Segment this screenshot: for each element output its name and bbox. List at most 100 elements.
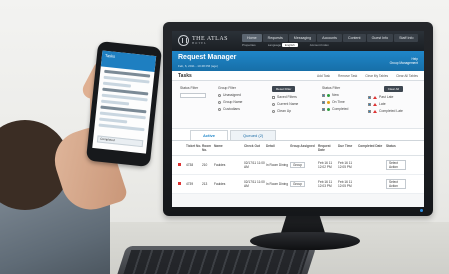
status-option[interactable]: On Time xyxy=(322,100,348,104)
column-header[interactable]: Group Assigned xyxy=(290,144,318,152)
status-option[interactable]: Completed xyxy=(322,107,348,111)
brand-sub: HOTEL xyxy=(192,41,207,45)
flag-icon xyxy=(178,163,181,166)
banner-links: Help Group Management xyxy=(390,57,418,65)
group-option-label: Unassigned xyxy=(223,93,241,97)
status-dot-icon xyxy=(327,100,330,104)
group-management-link[interactable]: Group Management xyxy=(390,61,418,65)
nav-requests[interactable]: Requests xyxy=(262,34,288,42)
add-task-button[interactable]: Add Task xyxy=(317,74,330,78)
assign-option-label: Current Name xyxy=(277,102,299,106)
column-header[interactable]: Check Out xyxy=(244,144,266,152)
phone-text-line xyxy=(101,99,130,106)
monitor: THE ATLAS HOTEL Home Requests Messaging … xyxy=(163,22,433,216)
logo-icon xyxy=(178,35,189,46)
clear-all-row: Clear All xyxy=(368,86,403,92)
radio-button[interactable] xyxy=(218,107,221,111)
table-cell: 213 xyxy=(202,182,208,186)
status-option[interactable]: New xyxy=(322,93,348,97)
language-select[interactable]: English xyxy=(281,43,298,47)
checkbox[interactable] xyxy=(322,107,325,111)
group-filter-group: Group Filter Unassigned Group Name Custo… xyxy=(218,86,242,114)
assign-filter-group: Reset Filter Saved Filters Current Name … xyxy=(272,86,298,116)
table-cell: Feb 16 11 12:02 PM xyxy=(318,161,333,169)
status-option-label: New xyxy=(332,93,339,97)
alert-option-label: Completed Late xyxy=(379,109,403,113)
column-header[interactable]: Ticket No. xyxy=(186,144,202,152)
column-header[interactable]: Request Date xyxy=(318,144,338,152)
status-select[interactable]: Select Action xyxy=(386,160,406,170)
clear-all-button[interactable]: Clear All xyxy=(383,86,403,92)
phone-screen: Tasks Completed xyxy=(92,50,157,154)
assign-option[interactable]: Saved Filters xyxy=(272,95,298,99)
nav-staff-info[interactable]: Staff Info xyxy=(394,34,419,42)
clear-all-tables-button[interactable]: Clear All Tables xyxy=(396,74,418,78)
nav-content[interactable]: Content xyxy=(342,34,366,42)
reset-filter-row: Reset Filter xyxy=(272,86,298,92)
clear-my-tables-button[interactable]: Clear My Tables xyxy=(365,74,388,78)
phone-header: Tasks xyxy=(100,50,157,73)
checkbox[interactable] xyxy=(368,95,371,99)
power-led-icon xyxy=(420,209,423,212)
table-cell: In Room Dining xyxy=(266,182,288,186)
group-select-cell: Group xyxy=(290,162,318,168)
column-header[interactable]: Status xyxy=(386,144,406,152)
column-header[interactable]: Name xyxy=(214,144,244,152)
monitor-screen: THE ATLAS HOTEL Home Requests Messaging … xyxy=(172,31,424,207)
group-option[interactable]: Custodians xyxy=(218,107,242,111)
checkbox[interactable] xyxy=(272,95,275,99)
status-select[interactable]: Select Action xyxy=(386,179,406,189)
tab-active[interactable]: Active xyxy=(190,130,229,140)
account-index-label[interactable]: Account Index xyxy=(310,43,329,47)
assign-option[interactable]: Current Name xyxy=(272,102,298,106)
checkbox[interactable] xyxy=(322,93,325,97)
assign-option[interactable]: Clean Up xyxy=(272,109,298,113)
page-date: Feb, 6, 2011 - 10:48 PM (ago) xyxy=(178,64,218,68)
column-header[interactable]: Completed Date xyxy=(358,144,386,152)
radio-button[interactable] xyxy=(218,100,221,104)
alert-option[interactable]: Late xyxy=(368,102,403,106)
phone-title: Tasks xyxy=(104,52,116,59)
column-header[interactable]: Detail xyxy=(266,144,290,152)
table-cell: Feb 16 11 12:05 PM xyxy=(338,161,353,169)
table-cell: 4738 xyxy=(186,163,194,167)
properties-label[interactable]: Properties xyxy=(242,43,256,47)
alert-option[interactable]: Completed Late xyxy=(368,109,403,113)
radio-button[interactable] xyxy=(218,93,221,97)
status-filter-group: Status Filter xyxy=(180,86,206,101)
table-cell: 210 xyxy=(202,163,208,167)
group-select[interactable]: Group xyxy=(290,181,305,187)
keyboard xyxy=(113,246,317,274)
app-logo[interactable]: THE ATLAS HOTEL xyxy=(178,35,228,46)
group-select[interactable]: Group xyxy=(290,162,305,168)
group-option[interactable]: Unassigned xyxy=(218,93,242,97)
nav-messaging[interactable]: Messaging xyxy=(288,34,317,42)
flag-cell xyxy=(178,163,186,167)
checkbox[interactable] xyxy=(368,102,371,106)
status-filter-select[interactable] xyxy=(180,93,206,98)
nav-home[interactable]: Home xyxy=(242,34,262,42)
tab-queued[interactable]: Queued (2) xyxy=(230,130,277,140)
column-header[interactable]: Due Time xyxy=(338,144,358,152)
monitor-stand xyxy=(250,232,360,250)
nav-accounts[interactable]: Accounts xyxy=(317,34,342,42)
status-filter-2-label: Status Filter xyxy=(322,86,341,90)
table-cell: Feb 16 11 12:03 PM xyxy=(318,180,333,188)
checkbox[interactable] xyxy=(322,100,325,104)
radio-button[interactable] xyxy=(272,109,275,113)
checkbox[interactable] xyxy=(368,109,371,113)
table-row[interactable]: 4739 213 Fauldes 02/17/11 11:00 AM In Ro… xyxy=(172,175,424,194)
group-option[interactable]: Group Name xyxy=(218,100,242,104)
table-cell: 02/17/11 11:00 AM xyxy=(244,161,265,169)
keyboard-keys xyxy=(120,250,310,274)
nav-guest-info[interactable]: Guest Info xyxy=(366,34,394,42)
reset-filter-button[interactable]: Reset Filter xyxy=(272,86,296,92)
alert-option-label: Past Late xyxy=(379,95,394,99)
remove-task-button[interactable]: Remove Task xyxy=(338,74,357,78)
table-row[interactable]: 4738 210 Fauldes 02/17/11 11:00 AM In Ro… xyxy=(172,156,424,175)
alert-option[interactable]: Past Late xyxy=(368,95,403,99)
table-header: Ticket No. Room No. Name Check Out Detai… xyxy=(172,141,424,156)
column-header[interactable]: Room No. xyxy=(202,144,214,152)
radio-button[interactable] xyxy=(272,102,275,106)
phone-tab: Completed xyxy=(96,135,144,148)
